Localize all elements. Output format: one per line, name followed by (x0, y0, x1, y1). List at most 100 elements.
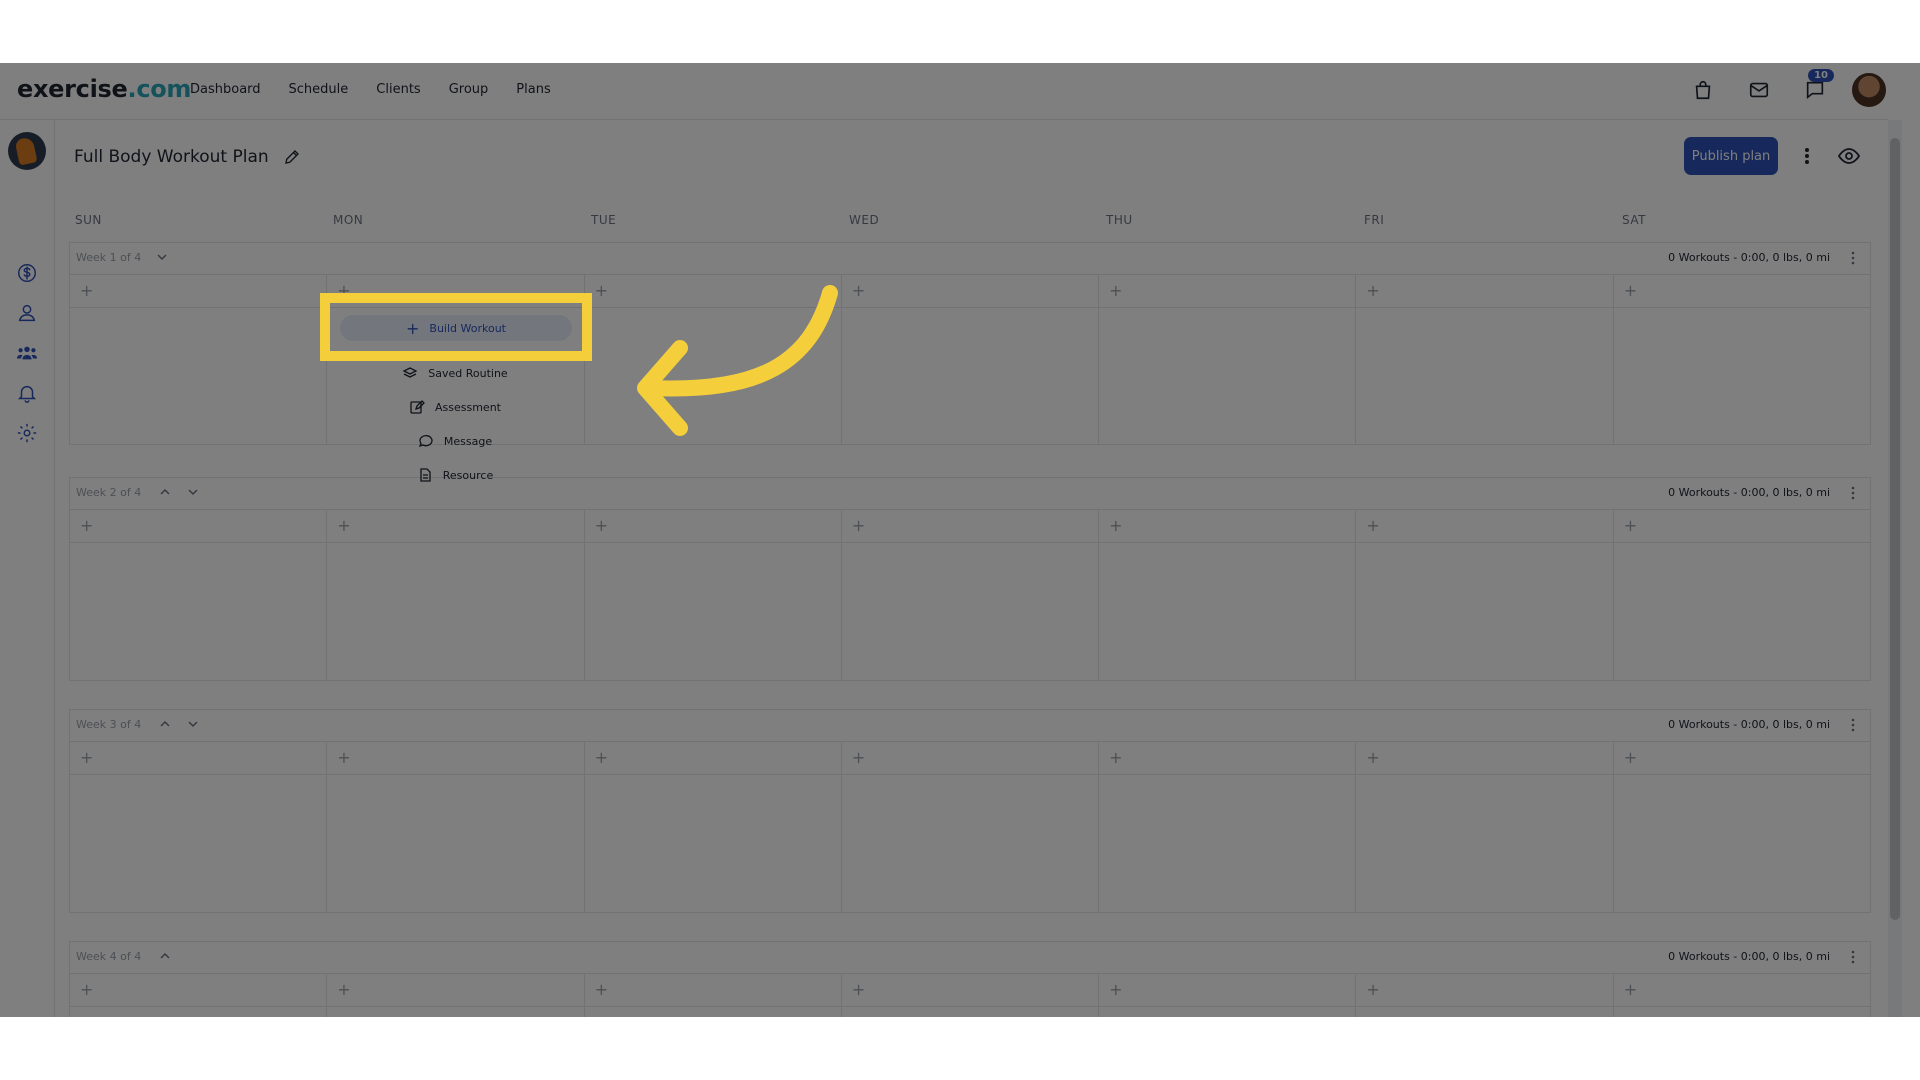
day-cell[interactable]: + (70, 974, 328, 1017)
day-cell[interactable]: + (841, 510, 1100, 680)
day-cell[interactable]: + (1099, 974, 1357, 1017)
add-row (841, 275, 1099, 308)
add-icon[interactable]: + (1109, 748, 1122, 767)
add-icon[interactable]: + (80, 516, 93, 535)
app-viewport: exercise.com Dashboard Schedule Clients … (0, 63, 1920, 1017)
add-icon[interactable]: + (852, 748, 865, 767)
day-cell[interactable]: + (70, 510, 328, 680)
group-icon[interactable] (16, 342, 38, 364)
pencil-icon[interactable] (283, 148, 301, 166)
nav-link-schedule[interactable]: Schedule (289, 82, 349, 97)
add-icon[interactable]: + (595, 980, 608, 999)
week-stats: 0 Workouts - 0:00, 0 lbs, 0 mi (1668, 718, 1830, 731)
day-cell[interactable]: + (70, 275, 328, 444)
day-cell[interactable]: + (841, 974, 1100, 1017)
day-cell[interactable]: + (1099, 275, 1357, 444)
day-cell[interactable]: + (1099, 510, 1357, 680)
day-cell[interactable]: + (1613, 742, 1870, 912)
more-options-icon[interactable] (1850, 717, 1856, 733)
add-icon[interactable]: + (80, 281, 93, 300)
add-icon[interactable]: + (1624, 748, 1637, 767)
day-cell[interactable]: + (1613, 275, 1870, 444)
menu-item-message[interactable]: Message (330, 429, 580, 453)
chevron-up-icon[interactable] (158, 485, 172, 499)
add-icon[interactable]: + (595, 748, 608, 767)
chevron-down-icon[interactable] (186, 717, 200, 731)
day-cell[interactable]: + (1356, 974, 1614, 1017)
add-icon[interactable]: + (1366, 516, 1379, 535)
day-cell[interactable]: + (1613, 974, 1870, 1017)
day-cell[interactable]: + (584, 742, 842, 912)
day-cell[interactable]: + (70, 742, 328, 912)
chevron-down-icon[interactable] (155, 250, 169, 264)
add-row (327, 974, 584, 1007)
add-icon[interactable]: + (337, 516, 350, 535)
user-avatar[interactable] (1850, 71, 1888, 109)
user-icon[interactable] (16, 302, 38, 324)
day-cell[interactable]: + (584, 974, 842, 1017)
day-cell[interactable]: + (1356, 275, 1614, 444)
add-icon[interactable]: + (1624, 516, 1637, 535)
day-cell[interactable]: + (841, 275, 1100, 444)
menu-item-saved-routine[interactable]: Saved Routine (330, 361, 580, 385)
publish-plan-button[interactable]: Publish plan (1684, 137, 1778, 175)
add-icon[interactable]: + (852, 980, 865, 999)
scrollbar-thumb[interactable] (1890, 138, 1900, 920)
day-cell[interactable]: + (327, 742, 585, 912)
nav-link-plans[interactable]: Plans (516, 82, 550, 97)
bell-icon[interactable] (16, 382, 38, 404)
add-icon[interactable]: + (1624, 281, 1637, 300)
day-cell[interactable]: + (327, 974, 585, 1017)
shopping-bag-icon[interactable] (1692, 79, 1714, 101)
week-stats: 0 Workouts - 0:00, 0 lbs, 0 mi (1668, 251, 1830, 264)
day-cell[interactable]: + (841, 742, 1100, 912)
week-bar: Week 4 of 4 0 Workouts - 0:00, 0 lbs, 0 … (69, 941, 1871, 973)
more-options-icon[interactable] (1797, 145, 1817, 167)
day-cell[interactable]: + (584, 510, 842, 680)
chevron-up-icon[interactable] (158, 949, 172, 963)
add-icon[interactable]: + (595, 281, 608, 300)
brand-logo[interactable]: exercise.com (17, 75, 191, 103)
more-options-icon[interactable] (1850, 949, 1856, 965)
menu-item-resource[interactable]: Resource (330, 463, 580, 487)
mail-icon[interactable] (1748, 79, 1770, 101)
add-icon[interactable]: + (337, 748, 350, 767)
week-grid: + + + + + + + (69, 741, 1871, 913)
layers-icon (402, 367, 418, 378)
menu-item-assessment[interactable]: Assessment (330, 395, 580, 419)
add-icon[interactable]: + (1366, 980, 1379, 999)
week-grid: + + + + + + + (69, 509, 1871, 681)
week-label: Week 4 of 4 (76, 950, 142, 963)
dollar-icon[interactable] (16, 262, 38, 284)
chevron-up-icon[interactable] (158, 717, 172, 731)
day-cell[interactable]: + (1356, 510, 1614, 680)
day-cell[interactable]: + (327, 510, 585, 680)
nav-link-group[interactable]: Group (449, 82, 489, 97)
nav-link-dashboard[interactable]: Dashboard (190, 82, 261, 97)
add-icon[interactable]: + (852, 516, 865, 535)
add-icon[interactable]: + (1366, 281, 1379, 300)
menu-item-label: Resource (442, 468, 494, 482)
chevron-down-icon[interactable] (186, 485, 200, 499)
add-icon[interactable]: + (595, 516, 608, 535)
add-icon[interactable]: + (1109, 980, 1122, 999)
day-cell[interactable]: + (1613, 510, 1870, 680)
add-icon[interactable]: + (1624, 980, 1637, 999)
add-row (1099, 742, 1356, 775)
add-icon[interactable]: + (1366, 748, 1379, 767)
add-icon[interactable]: + (80, 748, 93, 767)
add-icon[interactable]: + (337, 980, 350, 999)
organization-logo[interactable] (8, 132, 46, 170)
gear-icon[interactable] (16, 422, 38, 444)
chat-icon[interactable] (1804, 79, 1826, 101)
nav-link-clients[interactable]: Clients (376, 82, 420, 97)
add-icon[interactable]: + (1109, 281, 1122, 300)
add-icon[interactable]: + (1109, 516, 1122, 535)
more-options-icon[interactable] (1850, 485, 1856, 501)
eye-icon[interactable] (1837, 145, 1861, 167)
more-options-icon[interactable] (1850, 250, 1856, 266)
day-cell[interactable]: + (1356, 742, 1614, 912)
menu-item-label: Assessment (435, 400, 501, 414)
add-icon[interactable]: + (80, 980, 93, 999)
day-cell[interactable]: + (1099, 742, 1357, 912)
